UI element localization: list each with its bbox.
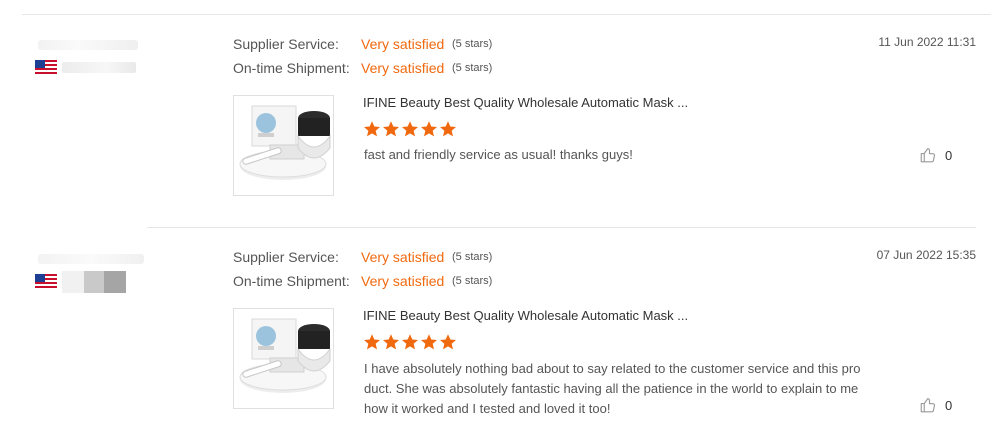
star-rating [363,120,457,138]
review-text: fast and friendly service as usual! than… [364,147,633,162]
shipment-label: On-time Shipment: [233,273,350,289]
product-thumbnail[interactable] [233,308,334,409]
review-text: I have absolutely nothing bad about to s… [364,361,861,416]
review-item: Supplier Service: Very satisfied (5 star… [0,0,999,227]
product-title-link[interactable]: IFINE Beauty Best Quality Wholesale Auto… [363,95,688,110]
star-rating [363,333,457,351]
us-flag-icon [35,60,57,75]
supplier-service-rating: Very satisfied [361,36,445,52]
product-title-link[interactable]: IFINE Beauty Best Quality Wholesale Auto… [363,308,688,323]
country-blurred [62,271,126,293]
review-date: 07 Jun 2022 15:35 [876,248,976,262]
supplier-service-label: Supplier Service: [233,249,339,265]
review-date: 11 Jun 2022 11:31 [878,35,976,49]
supplier-service-stars: (5 stars) [452,38,493,50]
buyer-name-blurred [38,254,144,264]
supplier-service-rating: Very satisfied [361,249,445,265]
country-blurred [62,62,136,73]
shipment-rating: Very satisfied [361,273,445,289]
supplier-service-label: Supplier Service: [233,36,339,52]
star-icon [382,333,400,351]
like-count: 0 [945,147,953,163]
like-count: 0 [945,397,953,413]
shipment-label: On-time Shipment: [233,60,350,76]
buyer-name-blurred [38,40,138,50]
us-flag-icon [35,274,57,289]
star-icon [420,333,438,351]
review-item: Supplier Service: Very satisfied (5 star… [0,227,999,445]
like-button[interactable]: 0 [919,146,952,164]
thumbs-up-icon[interactable] [919,396,937,414]
shipment-stars: (5 stars) [452,62,493,74]
star-icon [439,333,457,351]
star-icon [401,120,419,138]
shipment-stars: (5 stars) [452,275,493,287]
star-icon [420,120,438,138]
star-icon [382,120,400,138]
star-icon [439,120,457,138]
supplier-service-stars: (5 stars) [452,251,493,263]
star-icon [363,120,381,138]
like-button[interactable]: 0 [919,396,952,414]
star-icon [401,333,419,351]
thumbs-up-icon[interactable] [919,146,937,164]
star-icon [363,333,381,351]
shipment-rating: Very satisfied [361,60,445,76]
product-thumbnail[interactable] [233,95,334,196]
